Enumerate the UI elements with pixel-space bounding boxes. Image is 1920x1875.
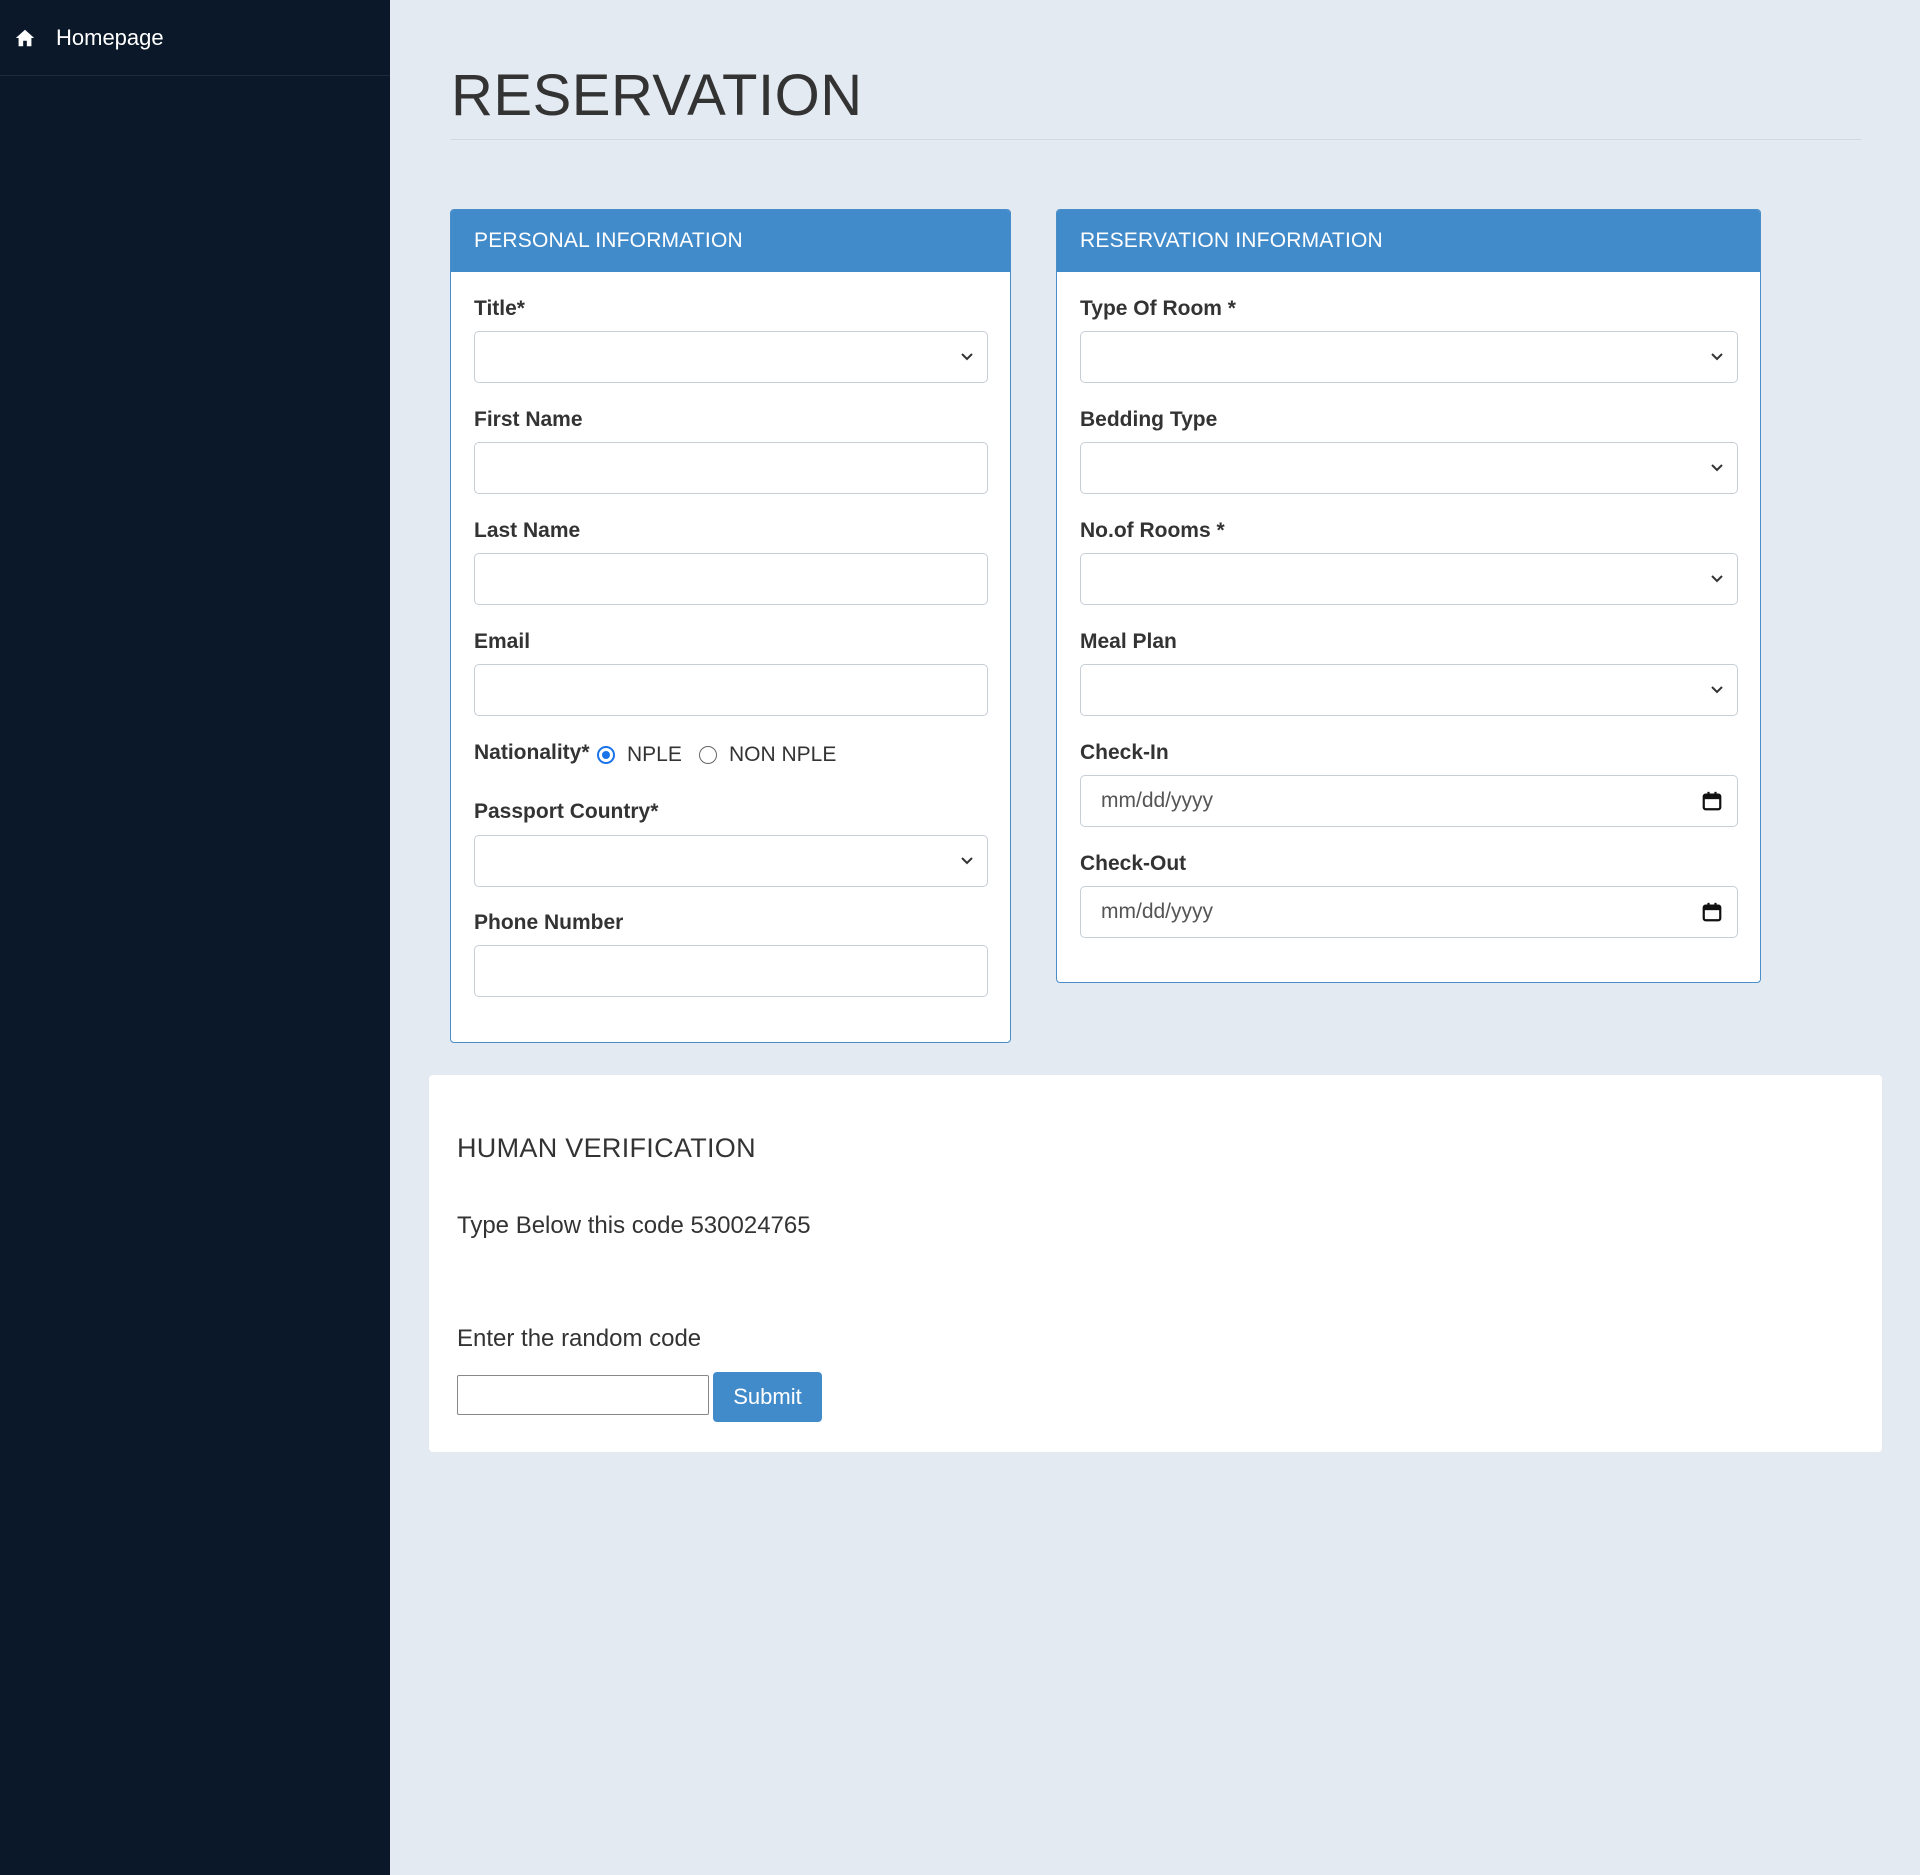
verification-title: HUMAN VERIFICATION <box>457 1133 756 1163</box>
phone-number-input[interactable] <box>474 945 988 997</box>
chevron-down-icon <box>961 857 973 865</box>
last-name-label: Last Name <box>474 519 581 542</box>
chevron-down-icon <box>1711 464 1723 472</box>
number-of-rooms-label: No.of Rooms * <box>1080 519 1225 542</box>
random-code-label: Enter the random code <box>457 1325 702 1352</box>
meal-plan-label: Meal Plan <box>1080 630 1177 653</box>
nationality-label: Nationality* <box>474 741 590 764</box>
sidebar-item-homepage[interactable]: Homepage <box>0 0 390 76</box>
room-type-label: Type Of Room * <box>1080 297 1236 320</box>
page-title: RESERVATION <box>451 63 863 128</box>
nationality-option-non-nple[interactable]: NON NPLE <box>699 743 836 767</box>
first-name-input[interactable] <box>474 442 988 494</box>
phone-number-label: Phone Number <box>474 911 624 934</box>
first-name-label: First Name <box>474 408 583 431</box>
title-select[interactable] <box>474 331 988 383</box>
check-in-date-input[interactable]: mm/dd/yyyy <box>1080 775 1738 827</box>
chevron-down-icon <box>961 353 973 361</box>
sidebar: Homepage <box>0 0 390 1875</box>
verification-code-text: Type Below this code 530024765 <box>457 1212 811 1239</box>
calendar-icon[interactable] <box>1701 901 1723 923</box>
personal-information-panel: PERSONAL INFORMATION Title* First Name L… <box>450 209 1011 1043</box>
sidebar-item-label: Homepage <box>56 24 164 50</box>
email-input[interactable] <box>474 664 988 716</box>
main-content: RESERVATION PERSONAL INFORMATION Title* … <box>390 0 1920 1875</box>
title-divider <box>451 139 1861 140</box>
radio-checked-icon[interactable] <box>597 746 615 764</box>
random-code-input[interactable] <box>457 1375 709 1415</box>
room-type-select[interactable] <box>1080 331 1738 383</box>
home-icon <box>14 27 36 49</box>
human-verification-panel: HUMAN VERIFICATION Type Below this code … <box>429 1075 1882 1452</box>
number-of-rooms-select[interactable] <box>1080 553 1738 605</box>
calendar-icon[interactable] <box>1701 790 1723 812</box>
chevron-down-icon <box>1711 353 1723 361</box>
last-name-input[interactable] <box>474 553 988 605</box>
meal-plan-select[interactable] <box>1080 664 1738 716</box>
submit-button[interactable]: Submit <box>713 1372 822 1422</box>
check-in-label: Check-In <box>1080 741 1169 764</box>
panel-heading: RESERVATION INFORMATION <box>1057 210 1760 272</box>
passport-country-label: Passport Country* <box>474 800 659 823</box>
chevron-down-icon <box>1711 575 1723 583</box>
radio-unchecked-icon[interactable] <box>699 746 717 764</box>
passport-country-select[interactable] <box>474 835 988 887</box>
panel-heading: PERSONAL INFORMATION <box>451 210 1010 272</box>
email-label: Email <box>474 630 531 653</box>
chevron-down-icon <box>1711 686 1723 694</box>
title-label: Title* <box>474 297 525 320</box>
reservation-information-panel: RESERVATION INFORMATION Type Of Room * B… <box>1056 209 1761 983</box>
check-out-date-input[interactable]: mm/dd/yyyy <box>1080 886 1738 938</box>
nationality-option-nple[interactable]: NPLE <box>597 743 682 767</box>
check-out-label: Check-Out <box>1080 852 1187 875</box>
bedding-type-select[interactable] <box>1080 442 1738 494</box>
bedding-type-label: Bedding Type <box>1080 408 1218 431</box>
